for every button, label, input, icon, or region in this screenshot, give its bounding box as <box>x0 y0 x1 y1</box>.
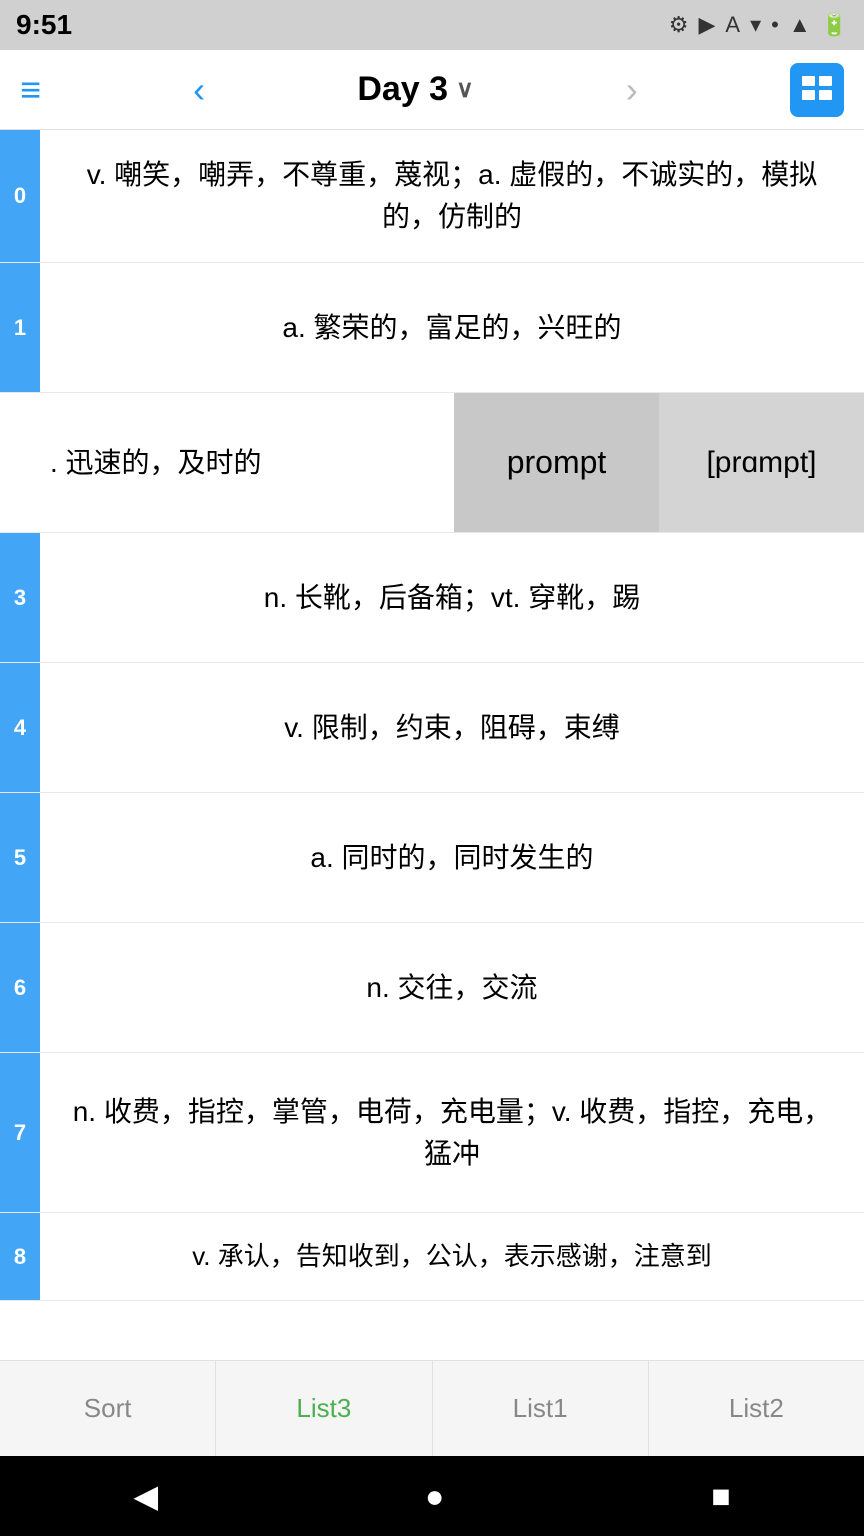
vocab-item-0[interactable]: 0 v. 嘲笑，嘲弄，不尊重，蔑视；a. 虚假的，不诚实的，模拟的，仿制的 <box>0 130 864 263</box>
vocab-item-3[interactable]: 3 n. 长靴，后备箱；vt. 穿靴，踢 <box>0 533 864 663</box>
list-view-button[interactable] <box>790 63 844 117</box>
vocab-item-6[interactable]: 6 n. 交往，交流 <box>0 923 864 1053</box>
android-recents-button[interactable]: ■ <box>711 1478 730 1515</box>
vocab-item-4[interactable]: 4 v. 限制，约束，阻碍，束缚 <box>0 663 864 793</box>
vocab-content-4: v. 限制，约束，阻碍，束缚 <box>40 663 864 792</box>
vocab-definition-2: . 迅速的，及时的 <box>50 442 262 484</box>
vocab-definition-5: a. 同时的，同时发生的 <box>310 837 593 879</box>
vocab-content-0: v. 嘲笑，嘲弄，不尊重，蔑视；a. 虚假的，不诚实的，模拟的，仿制的 <box>40 130 864 262</box>
vocab-content-7: n. 收费，指控，掌管，电荷，充电量；v. 收费，指控，充电，猛冲 <box>40 1053 864 1212</box>
vocab-content-5: a. 同时的，同时发生的 <box>40 793 864 922</box>
nav-bar: ≡ ‹ Day 3 ∨ › <box>0 50 864 130</box>
tab-list3[interactable]: List3 <box>216 1361 432 1456</box>
popup-phonetic-button[interactable]: [prɑmpt] <box>659 393 864 532</box>
vocab-index-6: 6 <box>0 923 40 1052</box>
vocab-definition-4: v. 限制，约束，阻碍，束缚 <box>284 707 619 749</box>
popup-overlay: prompt [prɑmpt] <box>454 393 864 532</box>
signal-icon: ▲ <box>789 12 811 38</box>
tab-list2[interactable]: List2 <box>649 1361 864 1456</box>
tab-bar: Sort List3 List1 List2 <box>0 1360 864 1456</box>
vocab-item-8[interactable]: 8 v. 承认，告知收到，公认，表示感谢，注意到 <box>0 1213 864 1301</box>
play-icon: ▶ <box>698 12 715 38</box>
day-title-text: Day 3 <box>357 70 448 109</box>
tab-sort[interactable]: Sort <box>0 1361 216 1456</box>
vocab-list: 0 v. 嘲笑，嘲弄，不尊重，蔑视；a. 虚假的，不诚实的，模拟的，仿制的 1 … <box>0 130 864 1360</box>
menu-button[interactable]: ≡ <box>20 69 41 111</box>
vocab-index-3: 3 <box>0 533 40 662</box>
vocab-definition-6: n. 交往，交流 <box>366 967 537 1009</box>
list-grid-icon <box>800 73 834 107</box>
vocab-definition-1: a. 繁荣的，富足的，兴旺的 <box>282 307 621 349</box>
vocab-content-6: n. 交往，交流 <box>40 923 864 1052</box>
vocab-content-3: n. 长靴，后备箱；vt. 穿靴，踢 <box>40 533 864 662</box>
vocab-content-8: v. 承认，告知收到，公认，表示感谢，注意到 <box>40 1213 864 1300</box>
vocab-index-0: 0 <box>0 130 40 262</box>
vocab-definition-0: v. 嘲笑，嘲弄，不尊重，蔑视；a. 虚假的，不诚实的，模拟的，仿制的 <box>60 154 844 238</box>
back-button[interactable]: ‹ <box>193 69 205 111</box>
vocab-index-5: 5 <box>0 793 40 922</box>
tab-list1[interactable]: List1 <box>433 1361 649 1456</box>
forward-button[interactable]: › <box>626 69 638 111</box>
vocab-index-8: 8 <box>0 1213 40 1300</box>
vocab-item-5[interactable]: 5 a. 同时的，同时发生的 <box>0 793 864 923</box>
android-nav-bar: ◀ ● ■ <box>0 1456 864 1536</box>
android-home-button[interactable]: ● <box>425 1478 444 1515</box>
vocab-index-4: 4 <box>0 663 40 792</box>
settings-icon: ⚙ <box>669 12 689 38</box>
vocab-index-1: 1 <box>0 263 40 392</box>
vocab-definition-7: n. 收费，指控，掌管，电荷，充电量；v. 收费，指控，充电，猛冲 <box>60 1091 844 1175</box>
vocab-content-1: a. 繁荣的，富足的，兴旺的 <box>40 263 864 392</box>
popup-word-button[interactable]: prompt <box>454 393 659 532</box>
status-time: 9:51 <box>16 9 72 41</box>
vocab-index-7: 7 <box>0 1053 40 1212</box>
battery-icon: 🔋 <box>821 12 848 38</box>
status-icons: ⚙ ▶ A ▾ • ▲ 🔋 <box>669 12 848 38</box>
vocab-item-1[interactable]: 1 a. 繁荣的，富足的，兴旺的 <box>0 263 864 393</box>
vocab-item-7[interactable]: 7 n. 收费，指控，掌管，电荷，充电量；v. 收费，指控，充电，猛冲 <box>0 1053 864 1213</box>
day-title[interactable]: Day 3 ∨ <box>357 70 473 109</box>
vocab-definition-8: v. 承认，告知收到，公认，表示感谢，注意到 <box>192 1237 712 1276</box>
android-back-button[interactable]: ◀ <box>133 1477 158 1515</box>
dropdown-icon: ∨ <box>456 75 474 104</box>
dot-icon: • <box>771 12 779 38</box>
accessibility-icon: A <box>725 12 740 38</box>
vocab-item-2[interactable]: . 迅速的，及时的 prompt [prɑmpt] <box>0 393 864 533</box>
wifi-icon: ▾ <box>750 12 761 38</box>
vocab-definition-3: n. 长靴，后备箱；vt. 穿靴，踢 <box>264 577 640 619</box>
status-bar: 9:51 ⚙ ▶ A ▾ • ▲ 🔋 <box>0 0 864 50</box>
